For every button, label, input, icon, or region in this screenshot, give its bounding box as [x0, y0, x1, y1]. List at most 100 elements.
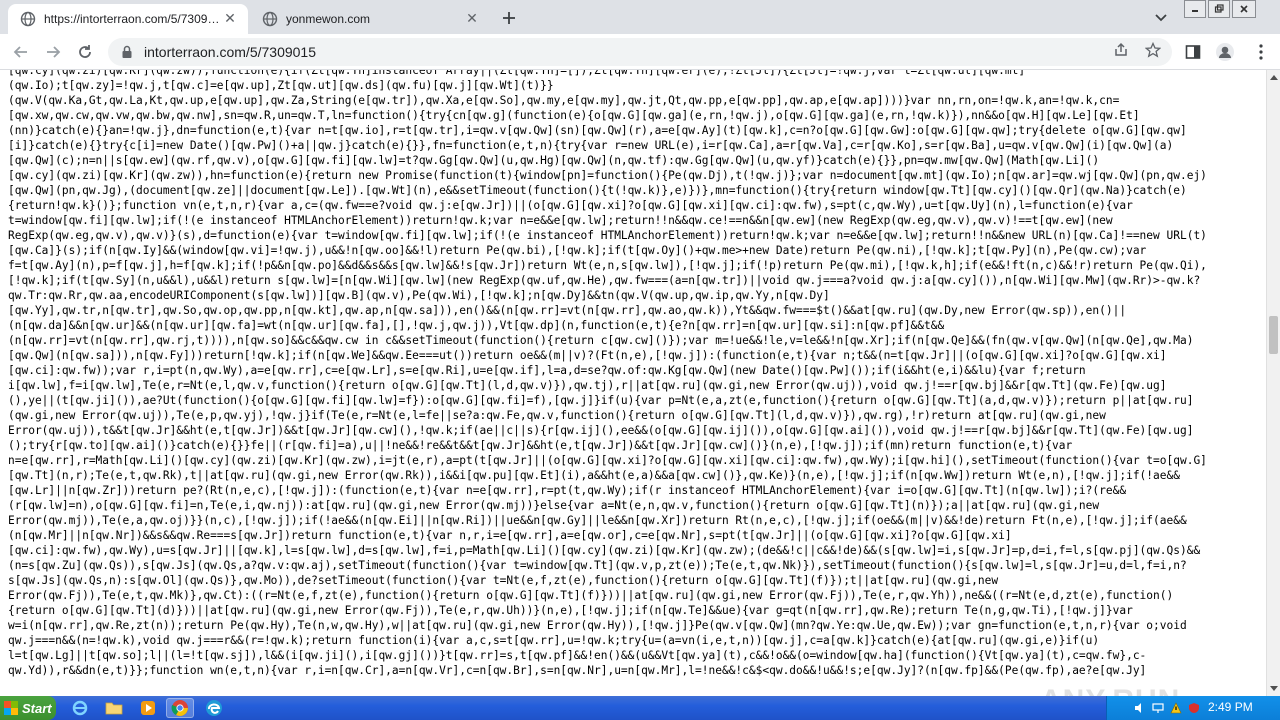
- bookmark-button[interactable]: [1144, 41, 1162, 59]
- code-line: (n=s[qw.Zu](qw.Qs)),s[qw.Js](qw.Qs,a?qw.…: [8, 559, 1187, 572]
- system-tray: [1106, 696, 1280, 720]
- scrollbar-thumb[interactable]: [1269, 316, 1278, 354]
- profile-button[interactable]: [1214, 41, 1236, 63]
- arrow-left-icon: [13, 46, 27, 58]
- url-text: intorterraon.com/5/7309015: [144, 44, 316, 60]
- network-icon[interactable]: [1151, 701, 1165, 715]
- code-line: l=t[qw.Lg]||t[qw.so];l||(l=!t[qw.sj]),l&…: [8, 649, 1147, 662]
- code-line: t=window[qw.fi][qw.lw];if(!(e instanceof…: [8, 214, 1113, 227]
- reload-button[interactable]: [74, 41, 96, 63]
- lock-icon[interactable]: [120, 45, 134, 59]
- address-bar[interactable]: intorterraon.com/5/7309015: [108, 38, 1172, 66]
- code-line: (n[qw.rr]=vt(n[qw.rr],qw.rj,t)))),n[qw.s…: [8, 334, 1194, 347]
- minimize-icon: [1192, 10, 1198, 12]
- code-line: [qw.ci]:qw.fw),qw.Wy),u=s[qw.Jr]||[qw.k]…: [8, 544, 1201, 557]
- code-line: n=e[qw.rr],r=Math[qw.Li]()[qw.cy](qw.zi)…: [8, 454, 1207, 467]
- tab-yonmewon[interactable]: yonmewon.com ✕: [250, 4, 490, 34]
- avatar-icon: [1216, 43, 1234, 61]
- tab-search-button[interactable]: [1152, 8, 1170, 26]
- tab-title: yonmewon.com: [286, 12, 371, 26]
- code-line: [!qw.k];if(t[qw.Sy](n,u&&l),u&&l)return …: [8, 274, 1201, 287]
- folder-icon[interactable]: [104, 698, 124, 718]
- code-line: [qw.Qw](n[qw.sa])),n[qw.Fy]))return[!qw.…: [8, 349, 1167, 362]
- code-line: [qw.xw,qw.cw,qw.vw,qw.bw,qw.nw],sn=qw.R,…: [8, 109, 1140, 122]
- code-line: f=t[qw.Ay](n),p=f[qw.j],h=f[qw.k];if(!p&…: [8, 259, 1207, 272]
- code-line: (n[qw.da]&&n[qw.ur]&&(n[qw.ur][qw.fa]=wt…: [8, 319, 945, 332]
- shield-icon[interactable]: [1187, 701, 1201, 715]
- code-line: Error(qw.uj)),t&&t[qw.Jr]&&ht(e,t[qw.Jr]…: [8, 424, 1194, 437]
- code-line: Error(qw.mj)),Te(e,a,qw.oj)}}(n,c),[!qw.…: [8, 514, 1187, 527]
- globe-icon: [20, 11, 36, 27]
- code-line: RegExp(qw.eg,qw.v),qw.v)}(s),d=function(…: [8, 229, 1207, 242]
- scroll-up-arrow-icon[interactable]: [1267, 70, 1280, 84]
- maximize-button[interactable]: [1208, 0, 1230, 18]
- code-line: Error(qw.Fj)),Te(e,t,qw.Mk)},qw.Ct):((r=…: [8, 589, 1174, 602]
- vertical-scrollbar[interactable]: [1266, 70, 1280, 696]
- windows-logo-icon: [4, 701, 18, 715]
- code-line: {return!qw.k}()};function vn(e,t,n,r){va…: [8, 199, 1133, 212]
- page-content: [qw.cy](qw.zi)[qw.Kr](qw.zw)),function(e…: [0, 70, 1266, 696]
- watermark-logo: ANY.RUN: [1040, 684, 1180, 696]
- code-line: i[qw.lw],f=i[qw.lw],Te(e,r=Nt(e,l,qw.v,f…: [8, 379, 1167, 392]
- tab-strip: https://intorterraon.com/5/7309015 ✕ yon…: [0, 0, 1280, 34]
- security-warning-icon[interactable]: [1169, 701, 1183, 715]
- code-line: (qw.V(qw.Ka,Gt,qw.La,Kt,qw.up,e[qw.up],q…: [8, 94, 1120, 107]
- code-line: [qw.cy](qw.zi)[qw.Kr](qw.zw)),hn=functio…: [8, 169, 1207, 182]
- globe-icon: [262, 11, 278, 27]
- code-line: (qw.Io);t[qw.zy]=!qw.j,t[qw.c]=e[qw.up],…: [8, 79, 554, 92]
- scroll-down-arrow-icon[interactable]: [1267, 682, 1280, 696]
- reload-icon: [79, 45, 91, 58]
- code-line: ();try{r[qw.to][qw.ai]()}catch(e){}}fe||…: [8, 439, 1073, 452]
- windows-taskbar: Start 2:49 PM: [0, 696, 1280, 720]
- close-icon[interactable]: ✕: [464, 11, 480, 27]
- back-button[interactable]: [10, 41, 32, 63]
- code-line: (r[qw.lw]=n),o[qw.G][qw.fi]=n,Te(e,i,qw.…: [8, 499, 1100, 512]
- restore-icon: [1214, 4, 1224, 13]
- clock: 2:49 PM: [1208, 700, 1253, 714]
- code-line: qw.j===n&&(n=!qw.k),void qw.j===r&&(r=!q…: [8, 634, 1100, 647]
- code-line: [qw.Ca]}(s);if(n[qw.Iy]&&(window[qw.vi]=…: [8, 244, 1147, 257]
- new-tab-button[interactable]: [498, 7, 520, 29]
- speaker-icon[interactable]: [1133, 701, 1147, 715]
- tab-intorterraon[interactable]: https://intorterraon.com/5/7309015 ✕: [8, 4, 248, 34]
- kebab-menu-icon: [1259, 44, 1263, 60]
- code-line: [qw.Tt](n,r);Te(e,t,qw.Rk),t||at[qw.ru](…: [8, 469, 1180, 482]
- star-icon: [1145, 42, 1161, 58]
- code-line: {return o[qw.G][qw.Tt](d)}))||at[qw.ru](…: [8, 604, 1133, 617]
- tab-title: https://intorterraon.com/5/7309015: [44, 12, 222, 26]
- close-window-button[interactable]: [1232, 0, 1256, 18]
- script-source-text: [qw.cy](qw.zi)[qw.Kr](qw.zw)),function(e…: [8, 70, 1260, 678]
- code-line: [qw.ci]:qw.fw));var r,i=pt(n,qw.Wy),a=e[…: [8, 364, 1086, 377]
- code-line: s[qw.Js](qw.Qs,n):s[qw.Ol](qw.Qs)},qw.Mo…: [8, 574, 999, 587]
- code-line: qw.Yd)),r&&dn(e,t)}};function wn(e,t,n){…: [8, 664, 1147, 677]
- media-player-icon[interactable]: [138, 698, 158, 718]
- edge-icon[interactable]: [204, 698, 224, 718]
- code-line: [qw.cy](qw.zi)[qw.Kr](qw.zw)),function(e…: [8, 70, 1026, 77]
- code-line: (),ye||(t[qw.ji]()),ae?Ut(function(){o[q…: [8, 394, 1194, 407]
- plus-icon: [503, 12, 515, 24]
- code-line: [qw.Yy],qw.tr,n[qw.tr],qw.So,qw.op,qw.pp…: [8, 304, 1127, 317]
- close-icon: [1240, 5, 1248, 13]
- chrome-taskbar-icon[interactable]: [166, 698, 194, 718]
- code-line: qw.Tr:qw.Rr,qw.aa,encodeURIComponent(s[q…: [8, 289, 830, 302]
- code-line: (qw.gi,new Error(qw.uj)),Te(e,p,qw.yj),!…: [8, 409, 1106, 422]
- code-line: [qw.Lr]||n[qw.Zr]))return pe?(Rt(n,e,c),…: [8, 484, 1127, 497]
- code-line: [i]}catch(e){}try{c[i]=new Date()[qw.Pw]…: [8, 139, 1174, 152]
- side-panel-button[interactable]: [1182, 41, 1204, 63]
- start-button[interactable]: Start: [0, 696, 56, 720]
- forward-button[interactable]: [42, 41, 64, 63]
- close-icon[interactable]: ✕: [222, 11, 238, 27]
- start-label: Start: [22, 700, 52, 716]
- menu-button[interactable]: [1250, 41, 1272, 63]
- minimize-button[interactable]: [1184, 0, 1206, 18]
- code-line: (n[qw.Mr]||n[qw.Nr])&&s&&qw.Re===s[qw.Jr…: [8, 529, 1012, 542]
- code-line: [qw.Qw](pn,qw.Jg),(document[qw.ze]||docu…: [8, 184, 1187, 197]
- arrow-right-icon: [47, 46, 61, 58]
- browser-toolbar: intorterraon.com/5/7309015: [0, 34, 1280, 70]
- chevron-down-icon: [1155, 14, 1167, 22]
- code-line: [qw.Qw](c);n=n||s[qw.ew](qw.rf,qw.v),o[q…: [8, 154, 1100, 167]
- internet-explorer-icon[interactable]: [70, 698, 90, 718]
- share-icon: [1115, 42, 1127, 56]
- side-panel-icon: [1185, 45, 1201, 59]
- share-button[interactable]: [1112, 41, 1130, 59]
